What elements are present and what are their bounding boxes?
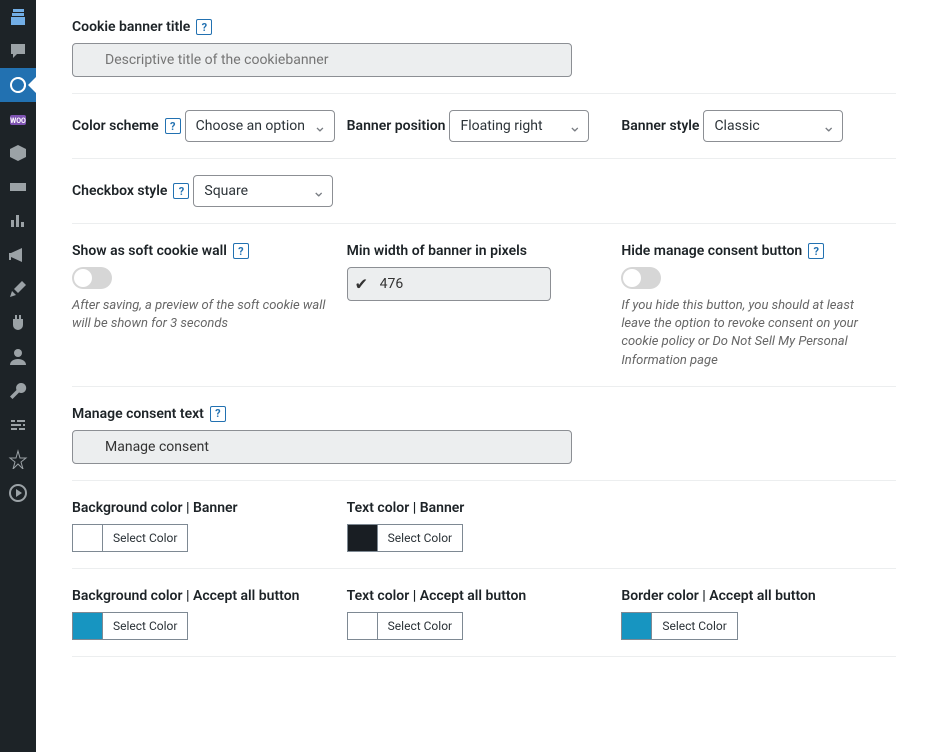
soft-wall-hint: After saving, a preview of the soft cook… <box>72 297 337 333</box>
sidebar-item-woo[interactable]: WOO <box>0 102 36 136</box>
svg-text:WOO: WOO <box>10 117 26 125</box>
label-bg-accept: Background color | Accept all button <box>72 588 299 604</box>
pages-icon <box>8 7 28 27</box>
chart-icon <box>8 211 28 231</box>
bg-banner-picker[interactable]: Select Color <box>72 524 337 552</box>
field-manage-text: Manage consent text ? ✔ <box>72 387 896 481</box>
select-color-button[interactable]: Select Color <box>377 612 463 640</box>
sidebar-item-stats[interactable] <box>0 442 36 476</box>
megaphone-icon <box>8 245 28 265</box>
select-color-button[interactable]: Select Color <box>102 612 188 640</box>
sidebar-item-settings[interactable] <box>0 408 36 442</box>
label-manage-text: Manage consent text ? <box>72 406 226 422</box>
sidebar-item-tools[interactable] <box>0 374 36 408</box>
sliders-icon <box>8 415 28 435</box>
color-swatch <box>621 612 651 640</box>
select-color-button[interactable]: Select Color <box>651 612 737 640</box>
label-text-accept: Text color | Accept all button <box>347 588 527 604</box>
play-icon <box>8 483 28 503</box>
sidebar-item-analytics[interactable] <box>0 204 36 238</box>
row-softwall-width-hide: Show as soft cookie wall ? After saving,… <box>72 224 896 387</box>
banner-style-select[interactable]: Classic <box>703 110 843 142</box>
sidebar-item-tickets[interactable] <box>0 170 36 204</box>
hide-manage-hint: If you hide this button, you should at l… <box>621 297 886 370</box>
complianz-icon <box>8 75 28 95</box>
help-icon[interactable]: ? <box>210 406 226 422</box>
cookie-title-input[interactable] <box>72 43 572 77</box>
manage-text-input[interactable] <box>72 430 572 464</box>
label-cookie-title: Cookie banner title ? <box>72 19 212 35</box>
label-hide-manage: Hide manage consent button ? <box>621 243 824 259</box>
label-bg-banner: Background color | Banner <box>72 500 238 516</box>
sidebar-item-pages[interactable] <box>0 0 36 34</box>
sidebar-item-appearance[interactable] <box>0 272 36 306</box>
stats-icon <box>8 449 28 469</box>
min-width-input[interactable] <box>347 267 551 301</box>
comment-icon <box>8 41 28 61</box>
checkbox-style-select[interactable]: Square <box>193 175 333 207</box>
soft-wall-toggle[interactable] <box>72 267 112 289</box>
user-icon <box>8 347 28 367</box>
brush-icon <box>8 279 28 299</box>
label-color-scheme: Color scheme ? <box>72 118 181 134</box>
select-color-button[interactable]: Select Color <box>102 524 188 552</box>
admin-sidebar: WOO <box>0 0 36 752</box>
ticket-icon <box>8 177 28 197</box>
color-swatch <box>72 612 102 640</box>
text-banner-picker[interactable]: Select Color <box>347 524 612 552</box>
wrench-icon <box>8 381 28 401</box>
help-icon[interactable]: ? <box>233 243 249 259</box>
label-min-width: Min width of banner in pixels <box>347 243 527 259</box>
help-icon[interactable]: ? <box>196 19 212 35</box>
label-border-accept: Border color | Accept all button <box>621 588 815 604</box>
bg-accept-picker[interactable]: Select Color <box>72 612 337 640</box>
color-swatch <box>347 524 377 552</box>
sidebar-item-media[interactable] <box>0 476 36 510</box>
text-accept-picker[interactable]: Select Color <box>347 612 612 640</box>
woo-icon: WOO <box>8 109 28 129</box>
color-swatch <box>72 524 102 552</box>
help-icon[interactable]: ? <box>165 118 181 134</box>
plug-icon <box>8 313 28 333</box>
label-banner-style: Banner style <box>621 118 699 134</box>
color-swatch <box>347 612 377 640</box>
sidebar-item-products[interactable] <box>0 136 36 170</box>
hide-manage-toggle[interactable] <box>621 267 661 289</box>
row-banner-colors: Background color | Banner Select Color T… <box>72 481 896 569</box>
sidebar-item-marketing[interactable] <box>0 238 36 272</box>
label-text-banner: Text color | Banner <box>347 500 465 516</box>
sidebar-item-users[interactable] <box>0 340 36 374</box>
sidebar-item-comments[interactable] <box>0 34 36 68</box>
color-scheme-select[interactable]: Choose an option <box>185 110 335 142</box>
row-accept-colors: Background color | Accept all button Sel… <box>72 569 896 657</box>
sidebar-item-complianz[interactable] <box>0 68 36 102</box>
help-icon[interactable]: ? <box>808 243 824 259</box>
border-accept-picker[interactable]: Select Color <box>621 612 886 640</box>
banner-position-select[interactable]: Floating right <box>449 110 589 142</box>
field-cookie-title: Cookie banner title ? ✔ <box>72 0 896 94</box>
help-icon[interactable]: ? <box>173 183 189 199</box>
select-color-button[interactable]: Select Color <box>377 524 463 552</box>
main-content: Cookie banner title ? ✔ Color scheme ? C… <box>36 0 932 657</box>
row-scheme-position-style: Color scheme ? Choose an option ⌄ Banner… <box>72 94 896 159</box>
sidebar-item-plugins[interactable] <box>0 306 36 340</box>
label-checkbox-style: Checkbox style ? <box>72 183 189 199</box>
box-icon <box>8 143 28 163</box>
label-soft-wall: Show as soft cookie wall ? <box>72 243 249 259</box>
row-checkbox-style: Checkbox style ? Square ⌄ <box>72 159 896 224</box>
label-banner-position: Banner position <box>347 118 446 134</box>
